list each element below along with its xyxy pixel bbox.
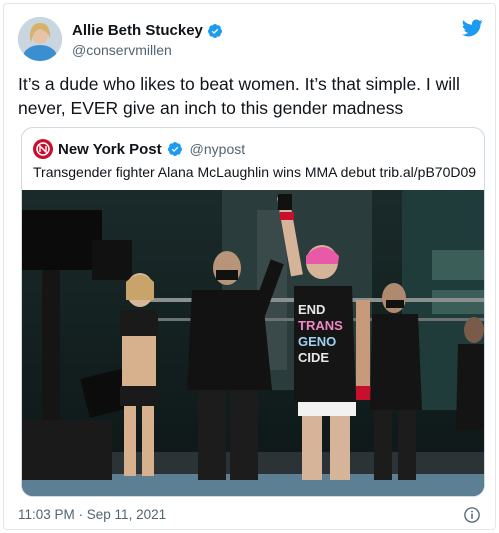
tweet-card[interactable]: Allie Beth Stuckey @conservmillen It’s a… (3, 3, 496, 530)
info-icon[interactable] (463, 506, 481, 524)
svg-text:CIDE: CIDE (298, 350, 329, 365)
tweet-text: It’s a dude who likes to beat women. It’… (18, 74, 460, 118)
author-display-name[interactable]: Allie Beth Stuckey (72, 22, 203, 39)
verified-badge-icon (167, 142, 182, 156)
twitter-bird-icon[interactable] (460, 17, 484, 39)
tweet-timestamp[interactable]: 11:03 PM · Sep 11, 2021 (18, 507, 166, 522)
quoted-text: Transgender fighter Alana McLaughlin win… (33, 164, 477, 180)
quoted-tweet[interactable]: New York Post @nypost Transgender fighte… (21, 127, 485, 497)
nypost-logo-icon (36, 142, 50, 156)
quoted-handle[interactable]: @nypost (190, 141, 245, 157)
svg-text:GENO: GENO (298, 334, 336, 349)
quoted-display-name[interactable]: New York Post (58, 141, 162, 158)
quoted-photo[interactable]: END TRANS GENO CIDE (22, 190, 485, 497)
verified-badge-icon (207, 23, 222, 38)
quoted-author-avatar[interactable] (33, 139, 53, 159)
svg-text:TRANS: TRANS (298, 318, 343, 333)
author-handle[interactable]: @conservmillen (72, 42, 172, 58)
tweet-header: Allie Beth Stuckey @conservmillen (18, 17, 484, 65)
author-avatar[interactable] (18, 17, 62, 61)
shirt-text: END (298, 302, 325, 317)
